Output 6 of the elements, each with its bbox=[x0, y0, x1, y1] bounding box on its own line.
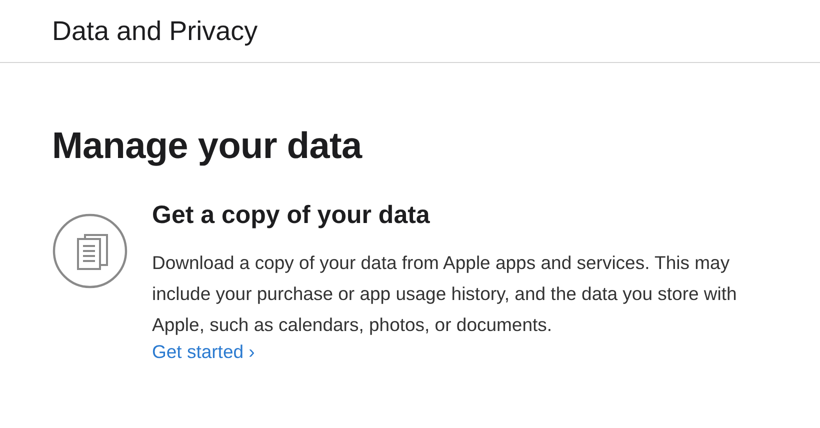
documents-icon bbox=[52, 213, 128, 289]
item-heading: Get a copy of your data bbox=[152, 201, 431, 230]
page-title: Data and Privacy bbox=[52, 16, 258, 46]
section-heading: Manage your data bbox=[52, 125, 364, 167]
get-started-link[interactable]: Get started › bbox=[152, 340, 255, 364]
item-description: Download a copy of your data from Apple apps and services. This may include your purchase or app usage history, and the data you store with Apple, such as calendars, photos, or documents. bbox=[152, 251, 738, 337]
